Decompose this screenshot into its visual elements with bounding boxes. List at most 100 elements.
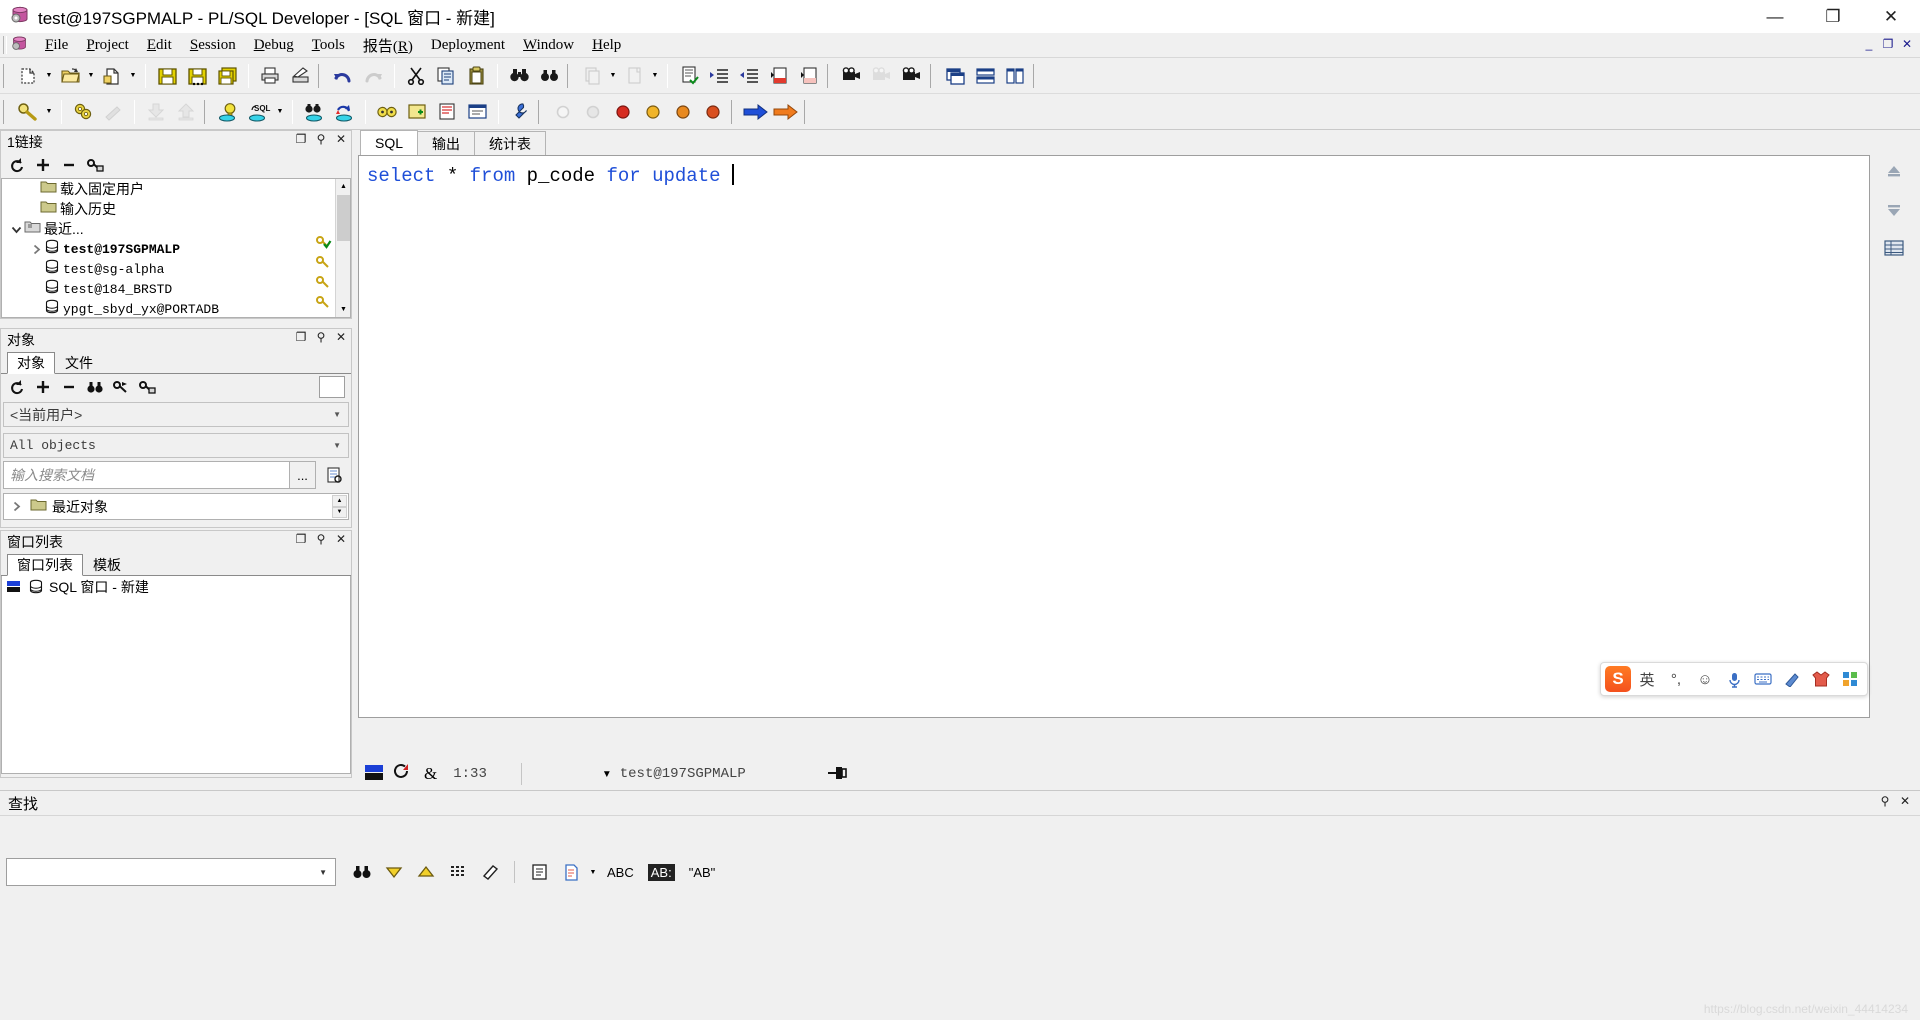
tree-expander-collapsed-icon[interactable]: [8, 501, 24, 512]
open-folder-icon[interactable]: [55, 61, 85, 91]
prev-document-dropdown-icon[interactable]: ▼: [607, 61, 619, 91]
menu-item-session[interactable]: Session: [181, 34, 245, 57]
binoculars-icon[interactable]: [346, 857, 378, 887]
undo-arrow-icon[interactable]: [328, 61, 358, 91]
print-setup-icon[interactable]: [285, 61, 315, 91]
save-all-disks-icon[interactable]: [212, 61, 242, 91]
printer-icon[interactable]: [255, 61, 285, 91]
blue-arrow-right-icon[interactable]: [741, 97, 771, 127]
find-pin-button[interactable]: ⚲: [1878, 795, 1892, 807]
sessions-icon[interactable]: [372, 97, 402, 127]
step-over-icon[interactable]: [638, 97, 668, 127]
up-arrow-icon[interactable]: [1880, 160, 1908, 184]
key-window-icon[interactable]: [83, 154, 107, 176]
camera-icon[interactable]: [837, 61, 867, 91]
whole-word-button[interactable]: "AB": [689, 865, 716, 880]
tab-output[interactable]: 输出: [417, 131, 476, 155]
connections-tree[interactable]: 载入固定用户 输入历史 最近... test@197SGPMALP test@s…: [1, 178, 351, 318]
sql-editor[interactable]: select * from p_code for update: [358, 155, 1870, 718]
key-flag-icon[interactable]: [109, 376, 133, 398]
insert-mode-icon[interactable]: [362, 762, 386, 787]
breakpoint-grey-icon[interactable]: [578, 97, 608, 127]
toolbar-grip[interactable]: [3, 99, 10, 124]
document-check-icon[interactable]: [674, 61, 704, 91]
binoculars-database-icon[interactable]: [299, 97, 329, 127]
scroll-down-arrow-icon[interactable]: ▼: [336, 302, 350, 317]
grid-dots-icon[interactable]: [442, 857, 474, 887]
sql-database-icon[interactable]: SQL: [244, 97, 274, 127]
mdi-close-button[interactable]: ✕: [1898, 35, 1916, 53]
ime-keyboard-button[interactable]: [1750, 666, 1776, 692]
list-icon[interactable]: [523, 857, 555, 887]
ime-handwriting-button[interactable]: [1779, 666, 1805, 692]
copy-pages-icon[interactable]: [431, 61, 461, 91]
search-input[interactable]: 输入搜索文档: [3, 461, 290, 489]
magnifier-key-icon[interactable]: [13, 97, 43, 127]
plus-icon[interactable]: [31, 154, 55, 176]
browser-icon[interactable]: [462, 97, 492, 127]
window-list-float-button[interactable]: ❐: [294, 533, 308, 545]
toolbar-grip[interactable]: [804, 99, 811, 124]
ime-language-button[interactable]: 英: [1634, 666, 1660, 692]
minimize-button[interactable]: —: [1746, 0, 1804, 33]
toolbar-grip[interactable]: [1033, 63, 1040, 88]
restore-button[interactable]: ❐: [1804, 0, 1862, 33]
tree-item-test-sg-alpha[interactable]: test@sg-alpha: [2, 259, 335, 279]
clipboard-icon[interactable]: [461, 61, 491, 91]
plus-icon[interactable]: [31, 376, 55, 398]
open-dropdown-arrow-icon[interactable]: ▼: [85, 61, 97, 91]
document-search-icon[interactable]: [319, 461, 349, 489]
ime-punctuation-button[interactable]: °,: [1663, 666, 1689, 692]
tab-objects[interactable]: 对象: [7, 352, 55, 374]
connections-tree-scrollbar[interactable]: ▲ ▼: [335, 179, 350, 317]
connections-close-button[interactable]: ✕: [334, 133, 348, 145]
ime-menu-button[interactable]: [1837, 666, 1863, 692]
toolbar-grip[interactable]: [827, 63, 834, 88]
yellow-down-triangle-icon[interactable]: [378, 857, 410, 887]
ampersand-icon[interactable]: &: [424, 764, 437, 784]
wrench-icon[interactable]: [505, 97, 535, 127]
objects-close-button[interactable]: ✕: [334, 331, 348, 343]
tree-item-test-197sgpmalp[interactable]: test@197SGPMALP: [2, 239, 335, 259]
tree-expander-expanded-icon[interactable]: [8, 224, 24, 235]
eraser-icon[interactable]: [474, 857, 506, 887]
window-list[interactable]: SQL 窗口 - 新建: [1, 576, 351, 774]
document-lines-icon[interactable]: [555, 857, 587, 887]
grey-wrench-icon[interactable]: [98, 97, 128, 127]
breakpoint-hollow-icon[interactable]: [548, 97, 578, 127]
save-disk-icon[interactable]: [152, 61, 182, 91]
match-highlight-button[interactable]: AB:: [647, 863, 675, 881]
tree-item-fixed-users[interactable]: 载入固定用户: [2, 179, 335, 199]
tab-sql[interactable]: SQL: [360, 130, 419, 155]
toolbar-grip[interactable]: [204, 99, 211, 124]
tree-item-input-history[interactable]: 输入历史: [2, 199, 335, 219]
bulb-database-icon[interactable]: [214, 97, 244, 127]
objects-pin-button[interactable]: ⚲: [314, 331, 328, 343]
redo-arrow-icon[interactable]: [358, 61, 388, 91]
camera-play-icon[interactable]: [897, 61, 927, 91]
tile-vertical-icon[interactable]: [1000, 61, 1030, 91]
gears-icon[interactable]: [68, 97, 98, 127]
scrollbar-thumb[interactable]: [337, 195, 350, 241]
window-list-pin-button[interactable]: ⚲: [314, 533, 328, 545]
window-list-close-button[interactable]: ✕: [334, 533, 348, 545]
minus-icon[interactable]: [57, 154, 81, 176]
ime-emoji-button[interactable]: ☺: [1692, 666, 1718, 692]
find-search-input[interactable]: ▼: [6, 858, 336, 886]
orange-arrow-right-icon[interactable]: [771, 97, 801, 127]
tab-window-list[interactable]: 窗口列表: [7, 554, 83, 576]
objects-recent-tree[interactable]: 最近对象 ▲ ▼: [3, 493, 349, 520]
document-red-icon[interactable]: [764, 61, 794, 91]
sql-editor-text[interactable]: select * from p_code for update: [359, 156, 1869, 188]
down-arrow-icon[interactable]: [1880, 198, 1908, 222]
pin-window-icon[interactable]: [826, 764, 848, 785]
menu-item-project[interactable]: Project: [77, 34, 138, 57]
sogou-logo-icon[interactable]: S: [1605, 666, 1631, 692]
prev-document-icon[interactable]: [577, 61, 607, 91]
toolbar-grip[interactable]: [3, 63, 10, 88]
yellow-up-triangle-icon[interactable]: [410, 857, 442, 887]
explain-plan-dropdown-icon[interactable]: ▼: [43, 97, 55, 127]
modified-icon[interactable]: [392, 763, 412, 786]
step-into-icon[interactable]: [668, 97, 698, 127]
indent-decrease-icon[interactable]: [734, 61, 764, 91]
